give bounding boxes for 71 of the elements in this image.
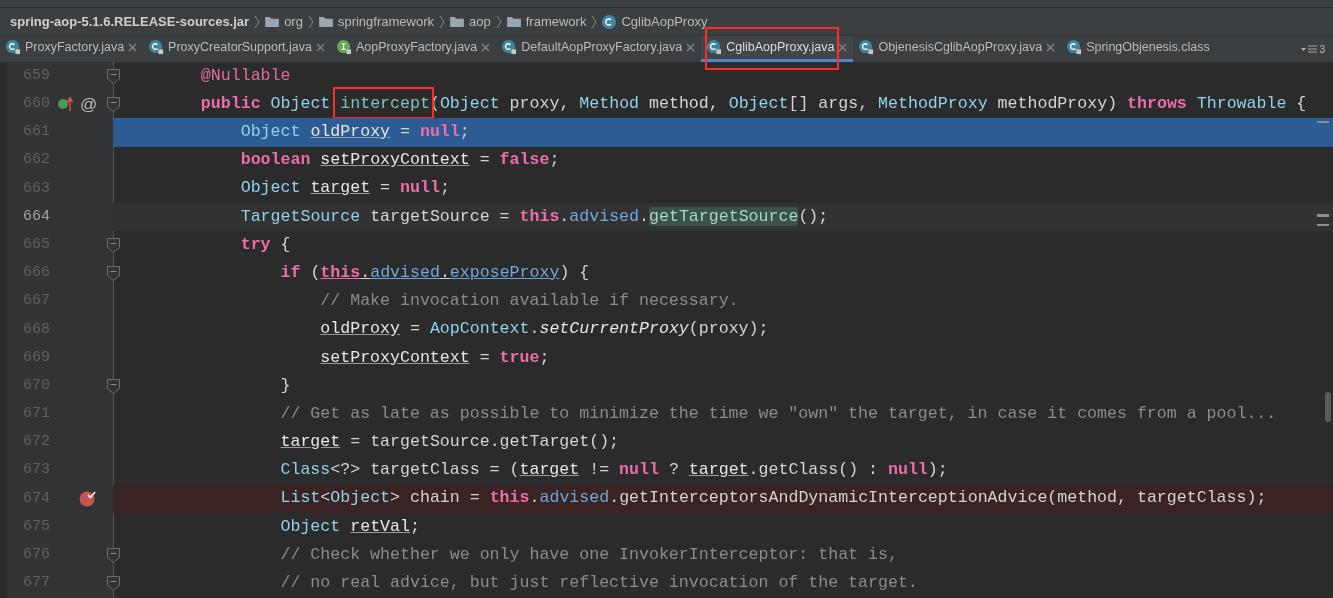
- code-line: // no real advice, but just reflective invocation of the target.: [279, 572, 918, 594]
- breadcrumb-item[interactable]: CglibAopProxy: [621, 11, 708, 32]
- code-line: // Get as late as possible to minimize the time we "own" the target, in case it comes from a pool...: [279, 402, 1277, 425]
- code-line: List<Object> chain = this.advised.getInterceptorsAndDynamicInterceptionAdvice(method, targetClass);: [279, 487, 1267, 510]
- code-line: @Nullable: [199, 64, 291, 87]
- code-line: }: [279, 374, 291, 397]
- annotation-marker[interactable]: @: [80, 92, 98, 118]
- implements-icon[interactable]: [58, 96, 74, 113]
- tab-list-icon[interactable]: [1301, 44, 1318, 54]
- editor-tab[interactable]: ProxyFactory.java: [0, 36, 144, 62]
- code-line: oldProxy = AopContext.setCurrentProxy(proxy);: [319, 318, 769, 341]
- class-icon: [1067, 40, 1083, 55]
- breadcrumb-item[interactable]: spring-aop-5.1.6.RELEASE-sources.jar: [10, 11, 250, 32]
- fold-marker-icon[interactable]: [107, 69, 120, 84]
- fold-marker-icon[interactable]: [107, 379, 120, 395]
- breadcrumb-item[interactable]: springframework: [337, 11, 434, 32]
- close-icon[interactable]: [315, 43, 325, 52]
- code-line: setProxyContext = true;: [319, 346, 550, 369]
- breakpoint-icon[interactable]: [79, 489, 97, 507]
- class-icon: [602, 14, 617, 29]
- line-number: 664: [23, 206, 50, 227]
- code-line: // Make invocation available if necessary.: [319, 290, 739, 313]
- breadcrumb-item[interactable]: framework: [525, 11, 587, 32]
- editor-tab[interactable]: DefaultAopProxyFactory.java: [496, 36, 702, 62]
- code-line: Object target = null;: [239, 177, 450, 200]
- class-icon: [859, 40, 875, 55]
- editor-tab[interactable]: AopProxyFactory.java: [330, 36, 497, 62]
- chevron-icon: [439, 14, 445, 29]
- close-icon[interactable]: [686, 43, 696, 52]
- close-icon[interactable]: [838, 43, 848, 52]
- chevron-icon: [307, 14, 314, 29]
- chevron-icon: [254, 14, 261, 29]
- code-line: // Check whether we only have one InvokerInterceptor: that is,: [279, 543, 898, 566]
- folder-icon: [318, 16, 333, 27]
- code-line: if (this.advised.exposeProxy) {: [279, 261, 590, 284]
- class-icon: [502, 40, 518, 55]
- close-icon[interactable]: [1046, 43, 1056, 52]
- code-line: Class<?> targetClass = (target != null ? target.getClass() : null);: [279, 459, 948, 482]
- scrollbar-thumb[interactable]: [1325, 392, 1331, 422]
- folder-icon: [265, 16, 280, 27]
- folder-icon: [450, 16, 464, 27]
- code-line: TargetSource targetSource = this.advised.getTargetSource();: [239, 205, 829, 228]
- code-line: Object retVal;: [279, 515, 420, 538]
- editor-tab[interactable]: SpringObjenesis.class: [1061, 36, 1216, 62]
- breadcrumb-item[interactable]: org: [284, 11, 303, 32]
- class-icon: [149, 40, 165, 55]
- interface-icon: [336, 40, 352, 55]
- folder-icon: [506, 16, 521, 27]
- fold-marker-icon[interactable]: [107, 548, 120, 564]
- tab-count: 3: [1319, 42, 1325, 57]
- editor-tab[interactable]: CglibAopProxy.java: [701, 36, 854, 62]
- error-stripe-mark: [1317, 121, 1329, 123]
- breadcrumb-item[interactable]: aop: [469, 11, 491, 32]
- error-stripe-mark: [1317, 214, 1329, 217]
- fold-marker-icon[interactable]: [107, 266, 120, 282]
- code-line: Object oldProxy = null;: [239, 121, 470, 143]
- code-line: target = targetSource.getTarget();: [279, 431, 620, 454]
- editor-tab[interactable]: ProxyCreatorSupport.java: [143, 36, 331, 62]
- chevron-icon: [495, 14, 502, 29]
- class-icon: [6, 40, 21, 55]
- close-icon[interactable]: [481, 43, 491, 52]
- fold-marker-icon[interactable]: [107, 238, 120, 254]
- fold-marker-icon[interactable]: [107, 97, 120, 113]
- editor-tab[interactable]: ObjenesisCglibAopProxy.java: [853, 36, 1062, 62]
- class-icon: [707, 40, 723, 55]
- chevron-icon: [591, 14, 598, 29]
- close-icon[interactable]: [128, 43, 138, 52]
- fold-marker-icon[interactable]: [107, 576, 120, 592]
- code-line: boolean setProxyContext = false;: [239, 149, 560, 172]
- error-stripe-mark: [1317, 224, 1329, 226]
- code-line: try {: [239, 233, 291, 256]
